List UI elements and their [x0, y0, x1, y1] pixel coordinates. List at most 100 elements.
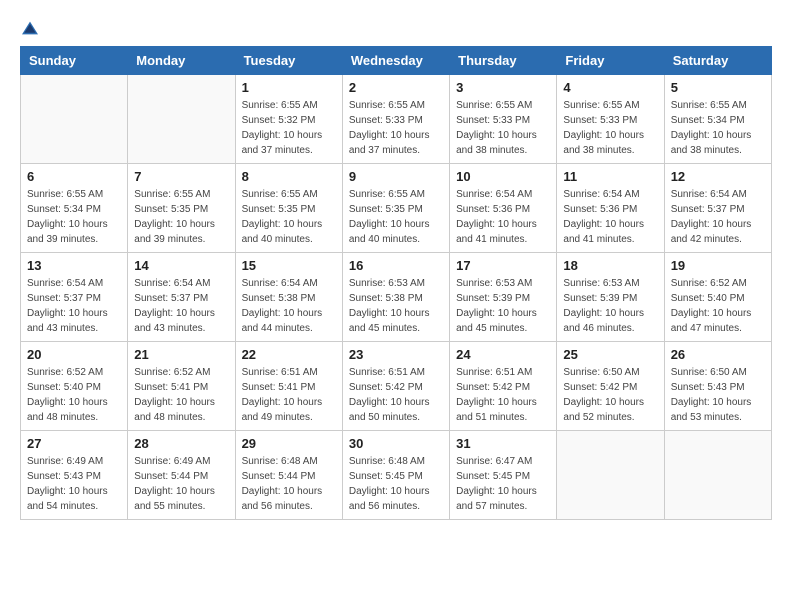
calendar-cell: [21, 75, 128, 164]
day-number: 29: [242, 436, 336, 451]
day-number: 5: [671, 80, 765, 95]
day-number: 25: [563, 347, 657, 362]
day-info: Sunrise: 6:52 AM Sunset: 5:40 PM Dayligh…: [27, 365, 121, 425]
calendar-cell: 23 Sunrise: 6:51 AM Sunset: 5:42 PM Dayli…: [342, 342, 449, 431]
calendar-cell: 1 Sunrise: 6:55 AM Sunset: 5:32 PM Daylig…: [235, 75, 342, 164]
day-info: Sunrise: 6:49 AM Sunset: 5:44 PM Dayligh…: [134, 454, 228, 514]
day-number: 17: [456, 258, 550, 273]
logo: [20, 20, 44, 36]
day-info: Sunrise: 6:52 AM Sunset: 5:40 PM Dayligh…: [671, 276, 765, 336]
day-info: Sunrise: 6:53 AM Sunset: 5:39 PM Dayligh…: [563, 276, 657, 336]
calendar-cell: 10 Sunrise: 6:54 AM Sunset: 5:36 PM Dayli…: [450, 164, 557, 253]
day-number: 21: [134, 347, 228, 362]
calendar-week-row: 20 Sunrise: 6:52 AM Sunset: 5:40 PM Dayli…: [21, 342, 772, 431]
day-info: Sunrise: 6:54 AM Sunset: 5:36 PM Dayligh…: [456, 187, 550, 247]
day-info: Sunrise: 6:55 AM Sunset: 5:32 PM Dayligh…: [242, 98, 336, 158]
day-info: Sunrise: 6:48 AM Sunset: 5:45 PM Dayligh…: [349, 454, 443, 514]
calendar-cell: 5Sunrise: 6:55 AM Sunset: 5:34 PM Daylig…: [664, 75, 771, 164]
day-number: 19: [671, 258, 765, 273]
weekday-header-wednesday: Wednesday: [342, 47, 449, 75]
calendar-cell: 6 Sunrise: 6:55 AM Sunset: 5:34 PM Daylig…: [21, 164, 128, 253]
calendar-week-row: 13 Sunrise: 6:54 AM Sunset: 5:37 PM Dayli…: [21, 253, 772, 342]
calendar-cell: 18 Sunrise: 6:53 AM Sunset: 5:39 PM Dayli…: [557, 253, 664, 342]
calendar-cell: 22 Sunrise: 6:51 AM Sunset: 5:41 PM Dayli…: [235, 342, 342, 431]
day-number: 18: [563, 258, 657, 273]
logo-icon: [20, 20, 40, 36]
calendar-cell: 3Sunrise: 6:55 AM Sunset: 5:33 PM Daylig…: [450, 75, 557, 164]
day-info: Sunrise: 6:55 AM Sunset: 5:35 PM Dayligh…: [134, 187, 228, 247]
page-header: [20, 20, 772, 36]
day-number: 30: [349, 436, 443, 451]
calendar-cell: 17Sunrise: 6:53 AM Sunset: 5:39 PM Dayli…: [450, 253, 557, 342]
calendar-cell: 24 Sunrise: 6:51 AM Sunset: 5:42 PM Dayli…: [450, 342, 557, 431]
day-number: 14: [134, 258, 228, 273]
weekday-header-saturday: Saturday: [664, 47, 771, 75]
day-info: Sunrise: 6:55 AM Sunset: 5:33 PM Dayligh…: [563, 98, 657, 158]
calendar-header-row: SundayMondayTuesdayWednesdayThursdayFrid…: [21, 47, 772, 75]
calendar-cell: 28 Sunrise: 6:49 AM Sunset: 5:44 PM Dayli…: [128, 431, 235, 520]
calendar-cell: 30 Sunrise: 6:48 AM Sunset: 5:45 PM Dayli…: [342, 431, 449, 520]
calendar-table: SundayMondayTuesdayWednesdayThursdayFrid…: [20, 46, 772, 520]
calendar-cell: 9Sunrise: 6:55 AM Sunset: 5:35 PM Daylig…: [342, 164, 449, 253]
day-info: Sunrise: 6:51 AM Sunset: 5:41 PM Dayligh…: [242, 365, 336, 425]
day-info: Sunrise: 6:54 AM Sunset: 5:37 PM Dayligh…: [671, 187, 765, 247]
day-number: 23: [349, 347, 443, 362]
day-number: 6: [27, 169, 121, 184]
calendar-cell: 26 Sunrise: 6:50 AM Sunset: 5:43 PM Dayli…: [664, 342, 771, 431]
day-number: 13: [27, 258, 121, 273]
day-info: Sunrise: 6:47 AM Sunset: 5:45 PM Dayligh…: [456, 454, 550, 514]
day-info: Sunrise: 6:55 AM Sunset: 5:35 PM Dayligh…: [242, 187, 336, 247]
day-info: Sunrise: 6:54 AM Sunset: 5:38 PM Dayligh…: [242, 276, 336, 336]
day-number: 2: [349, 80, 443, 95]
day-number: 26: [671, 347, 765, 362]
weekday-header-monday: Monday: [128, 47, 235, 75]
day-number: 27: [27, 436, 121, 451]
day-info: Sunrise: 6:49 AM Sunset: 5:43 PM Dayligh…: [27, 454, 121, 514]
day-info: Sunrise: 6:51 AM Sunset: 5:42 PM Dayligh…: [456, 365, 550, 425]
day-info: Sunrise: 6:54 AM Sunset: 5:37 PM Dayligh…: [27, 276, 121, 336]
day-info: Sunrise: 6:48 AM Sunset: 5:44 PM Dayligh…: [242, 454, 336, 514]
calendar-cell: 8Sunrise: 6:55 AM Sunset: 5:35 PM Daylig…: [235, 164, 342, 253]
calendar-cell: 7 Sunrise: 6:55 AM Sunset: 5:35 PM Daylig…: [128, 164, 235, 253]
calendar-cell: [664, 431, 771, 520]
day-number: 1: [242, 80, 336, 95]
day-number: 9: [349, 169, 443, 184]
calendar-cell: 16 Sunrise: 6:53 AM Sunset: 5:38 PM Dayli…: [342, 253, 449, 342]
day-info: Sunrise: 6:55 AM Sunset: 5:33 PM Dayligh…: [349, 98, 443, 158]
day-number: 4: [563, 80, 657, 95]
day-number: 28: [134, 436, 228, 451]
day-info: Sunrise: 6:55 AM Sunset: 5:33 PM Dayligh…: [456, 98, 550, 158]
day-number: 10: [456, 169, 550, 184]
day-number: 7: [134, 169, 228, 184]
calendar-cell: [557, 431, 664, 520]
calendar-cell: 2 Sunrise: 6:55 AM Sunset: 5:33 PM Daylig…: [342, 75, 449, 164]
day-number: 16: [349, 258, 443, 273]
calendar-cell: 12Sunrise: 6:54 AM Sunset: 5:37 PM Dayli…: [664, 164, 771, 253]
calendar-cell: 25 Sunrise: 6:50 AM Sunset: 5:42 PM Dayli…: [557, 342, 664, 431]
weekday-header-tuesday: Tuesday: [235, 47, 342, 75]
calendar-cell: [128, 75, 235, 164]
day-number: 11: [563, 169, 657, 184]
calendar-cell: 27 Sunrise: 6:49 AM Sunset: 5:43 PM Dayli…: [21, 431, 128, 520]
calendar-week-row: 1 Sunrise: 6:55 AM Sunset: 5:32 PM Daylig…: [21, 75, 772, 164]
calendar-cell: 13 Sunrise: 6:54 AM Sunset: 5:37 PM Dayli…: [21, 253, 128, 342]
calendar-cell: 4 Sunrise: 6:55 AM Sunset: 5:33 PM Daylig…: [557, 75, 664, 164]
calendar-cell: 14Sunrise: 6:54 AM Sunset: 5:37 PM Dayli…: [128, 253, 235, 342]
day-number: 24: [456, 347, 550, 362]
calendar-cell: 29 Sunrise: 6:48 AM Sunset: 5:44 PM Dayli…: [235, 431, 342, 520]
day-info: Sunrise: 6:52 AM Sunset: 5:41 PM Dayligh…: [134, 365, 228, 425]
calendar-cell: 11Sunrise: 6:54 AM Sunset: 5:36 PM Dayli…: [557, 164, 664, 253]
calendar-week-row: 27 Sunrise: 6:49 AM Sunset: 5:43 PM Dayli…: [21, 431, 772, 520]
day-info: Sunrise: 6:50 AM Sunset: 5:43 PM Dayligh…: [671, 365, 765, 425]
day-info: Sunrise: 6:50 AM Sunset: 5:42 PM Dayligh…: [563, 365, 657, 425]
calendar-cell: 21 Sunrise: 6:52 AM Sunset: 5:41 PM Dayli…: [128, 342, 235, 431]
day-number: 22: [242, 347, 336, 362]
day-number: 15: [242, 258, 336, 273]
day-info: Sunrise: 6:55 AM Sunset: 5:34 PM Dayligh…: [27, 187, 121, 247]
calendar-cell: 19 Sunrise: 6:52 AM Sunset: 5:40 PM Dayli…: [664, 253, 771, 342]
weekday-header-thursday: Thursday: [450, 47, 557, 75]
day-number: 20: [27, 347, 121, 362]
day-info: Sunrise: 6:53 AM Sunset: 5:38 PM Dayligh…: [349, 276, 443, 336]
calendar-cell: 20 Sunrise: 6:52 AM Sunset: 5:40 PM Dayli…: [21, 342, 128, 431]
day-info: Sunrise: 6:51 AM Sunset: 5:42 PM Dayligh…: [349, 365, 443, 425]
